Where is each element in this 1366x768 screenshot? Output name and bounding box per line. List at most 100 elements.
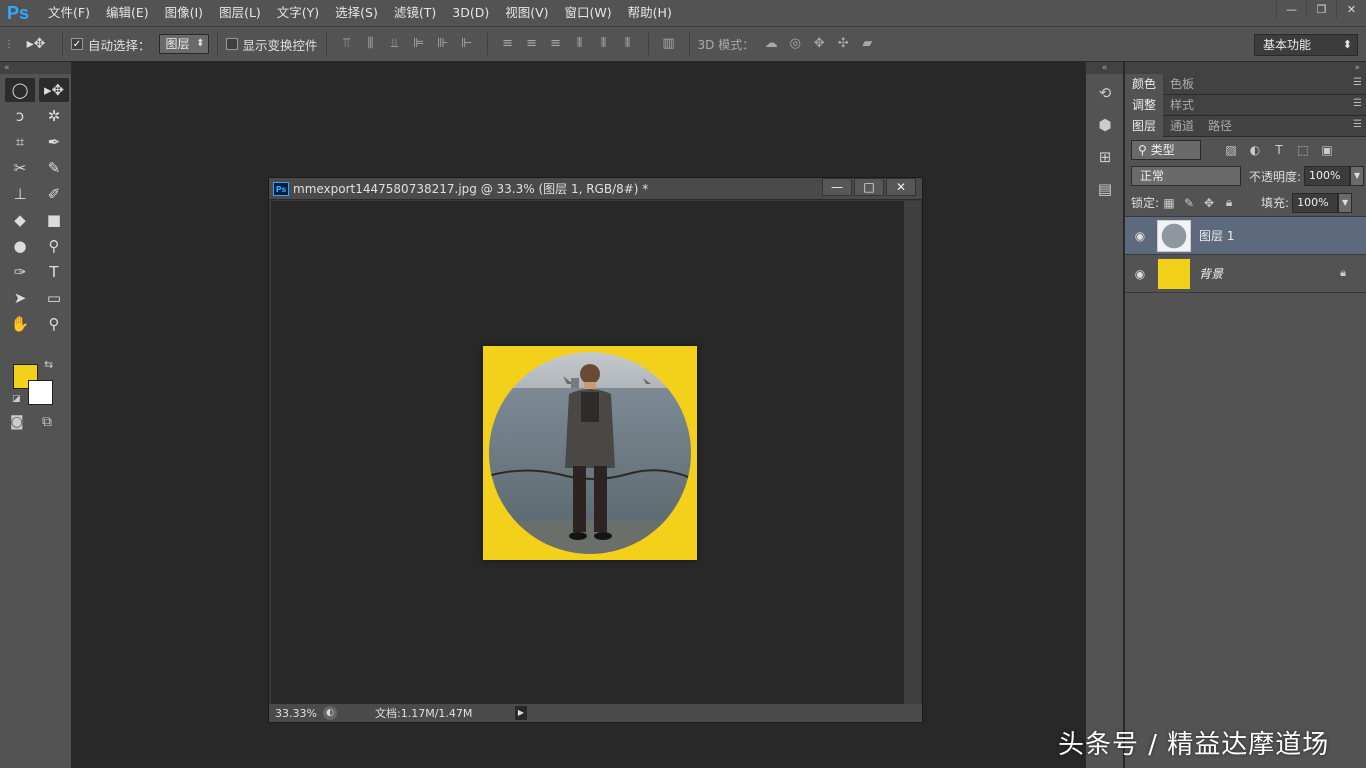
collapse-icon[interactable]: « [0, 62, 71, 74]
visibility-eye-icon[interactable]: ◉ [1125, 229, 1155, 243]
menu-filter[interactable]: 滤镜(T) [386, 0, 444, 26]
auto-select-target-dropdown[interactable]: 图层 [158, 34, 209, 54]
3d-panel-icon[interactable]: ⬢ [1090, 112, 1120, 138]
menu-select[interactable]: 选择(S) [327, 0, 386, 26]
move-tool-icon[interactable]: ▸✥ [39, 78, 69, 102]
lasso-tool-icon[interactable]: ↄ [5, 104, 35, 128]
align-bottom-icon[interactable]: ⫫ [386, 35, 404, 53]
layer-row[interactable]: ◉ 背景 🔒︎ [1125, 255, 1366, 293]
elliptical-marquee-tool-icon[interactable]: ◯ [5, 78, 35, 102]
panel-menu-icon[interactable]: ☰ [1353, 77, 1362, 88]
status-info-icon[interactable]: ◐ [323, 706, 337, 720]
document-titlebar[interactable]: Ps mmexport1447580738217.jpg @ 33.3% (图层… [269, 178, 922, 200]
lock-position-icon[interactable]: ✥ [1199, 196, 1219, 210]
quick-mask-icon[interactable]: ◙ [10, 414, 24, 430]
menu-layer[interactable]: 图层(L) [211, 0, 269, 26]
align-top-icon[interactable]: ⫪ [338, 35, 356, 53]
layer-name[interactable]: 背景 [1199, 265, 1223, 282]
zoom-tool-icon[interactable]: ⚲ [39, 312, 69, 336]
zoom-readout[interactable]: 33.33% [269, 707, 323, 720]
swap-colors-icon[interactable]: ⇆ [44, 358, 53, 371]
align-vcenter-icon[interactable]: ⫼ [362, 35, 380, 53]
distribute-top-icon[interactable]: ≡ [499, 35, 517, 53]
align-left-icon[interactable]: ⊫ [410, 35, 428, 53]
menu-edit[interactable]: 编辑(E) [98, 0, 157, 26]
workspace-dropdown[interactable]: 基本功能 [1254, 34, 1358, 56]
vertical-scrollbar[interactable] [904, 201, 920, 705]
shape-filter-icon[interactable]: ⬚ [1293, 143, 1313, 157]
eyedropper-tool-icon[interactable]: ✒ [39, 130, 69, 154]
dodge-tool-icon[interactable]: ⚲ [39, 234, 69, 258]
lock-transparent-icon[interactable]: ▦ [1159, 196, 1179, 210]
eraser-tool-icon[interactable]: ◆ [5, 208, 35, 232]
layer-row[interactable]: ◉ 图层 1 [1125, 217, 1366, 255]
type-filter-icon[interactable]: T [1269, 143, 1289, 157]
tab-paths[interactable]: 路径 [1201, 116, 1239, 137]
move-tool-preset-icon[interactable]: ▸✥ [18, 36, 54, 52]
show-transform-checkbox[interactable] [225, 38, 238, 50]
restore-icon[interactable]: ❐ [1306, 0, 1336, 18]
panel-menu-icon[interactable]: ☰ [1353, 98, 1362, 109]
libraries-panel-icon[interactable]: ▤ [1090, 176, 1120, 202]
3d-scale-icon[interactable]: ▰ [858, 35, 876, 53]
crop-tool-icon[interactable]: ⌗ [5, 130, 35, 154]
distribute-bottom-icon[interactable]: ≡ [547, 35, 565, 53]
menu-3d[interactable]: 3D(D) [444, 0, 497, 26]
3d-pan-icon[interactable]: ✥ [810, 35, 828, 53]
healing-brush-tool-icon[interactable]: ✂ [5, 156, 35, 180]
magic-wand-tool-icon[interactable]: ✲ [39, 104, 69, 128]
panels-collapse-icon[interactable]: » [1125, 62, 1366, 74]
opacity-field[interactable]: 100% [1304, 166, 1351, 186]
blur-tool-icon[interactable]: ● [5, 234, 35, 258]
screen-mode-icon[interactable]: ⧉ [42, 414, 52, 430]
3d-slide-icon[interactable]: ✣ [834, 35, 852, 53]
clone-stamp-tool-icon[interactable]: ⊥ [5, 182, 35, 206]
tab-color[interactable]: 颜色 [1125, 73, 1164, 95]
history-brush-tool-icon[interactable]: ✐ [39, 182, 69, 206]
align-hcenter-icon[interactable]: ⊪ [434, 35, 452, 53]
status-menu-arrow-icon[interactable]: ▶ [515, 706, 527, 720]
panel-menu-icon[interactable]: ☰ [1353, 119, 1362, 130]
tab-layers[interactable]: 图层 [1125, 115, 1164, 137]
pixel-filter-icon[interactable]: ▨ [1221, 143, 1241, 157]
background-color-swatch[interactable] [28, 380, 53, 405]
properties-panel-icon[interactable]: ⊞ [1090, 144, 1120, 170]
visibility-eye-icon[interactable]: ◉ [1125, 267, 1155, 281]
brush-tool-icon[interactable]: ✎ [39, 156, 69, 180]
3d-roll-icon[interactable]: ◎ [786, 35, 804, 53]
auto-select-checkbox[interactable]: ✓ [71, 38, 83, 50]
doc-maximize-icon[interactable]: □ [854, 178, 884, 196]
dock-collapse-icon[interactable]: « [1086, 62, 1123, 74]
rectangle-tool-icon[interactable]: ▭ [39, 286, 69, 310]
pen-tool-icon[interactable]: ✑ [5, 260, 35, 284]
menu-image[interactable]: 图像(I) [157, 0, 211, 26]
distribute-right-icon[interactable]: ⦀ [619, 35, 637, 53]
menu-window[interactable]: 窗口(W) [557, 0, 620, 26]
image-canvas[interactable] [483, 346, 697, 560]
layer-name[interactable]: 图层 1 [1199, 227, 1234, 244]
distribute-vcenter-icon[interactable]: ≡ [523, 35, 541, 53]
history-panel-icon[interactable]: ⟲ [1090, 80, 1120, 106]
menu-type[interactable]: 文字(Y) [269, 0, 327, 26]
canvas-area[interactable] [271, 201, 904, 705]
opacity-dropdown-icon[interactable]: ▼ [1350, 166, 1365, 186]
fill-dropdown-icon[interactable]: ▼ [1338, 192, 1353, 213]
hand-tool-icon[interactable]: ✋ [5, 312, 35, 336]
blend-mode-dropdown[interactable]: 正常 [1131, 166, 1241, 186]
close-icon[interactable]: ✕ [1336, 0, 1366, 18]
auto-align-icon[interactable]: ▥ [660, 35, 678, 53]
menu-help[interactable]: 帮助(H) [620, 0, 680, 26]
tab-styles[interactable]: 样式 [1163, 95, 1201, 116]
type-tool-icon[interactable]: T [39, 260, 69, 284]
layer-kind-filter[interactable]: ⚲ 类型 [1131, 140, 1201, 160]
distribute-hcenter-icon[interactable]: ⦀ [595, 35, 613, 53]
menu-file[interactable]: 文件(F) [40, 0, 98, 26]
adjustment-filter-icon[interactable]: ◐ [1245, 143, 1265, 157]
default-colors-icon[interactable]: ◪ [12, 394, 21, 404]
3d-rotate-icon[interactable]: ☁ [762, 35, 780, 53]
lock-pixels-icon[interactable]: ✎ [1179, 196, 1199, 210]
gradient-tool-icon[interactable]: ■ [39, 208, 69, 232]
menu-view[interactable]: 视图(V) [497, 0, 556, 26]
doc-close-icon[interactable]: ✕ [886, 178, 916, 196]
fill-field[interactable]: 100% [1292, 192, 1339, 213]
